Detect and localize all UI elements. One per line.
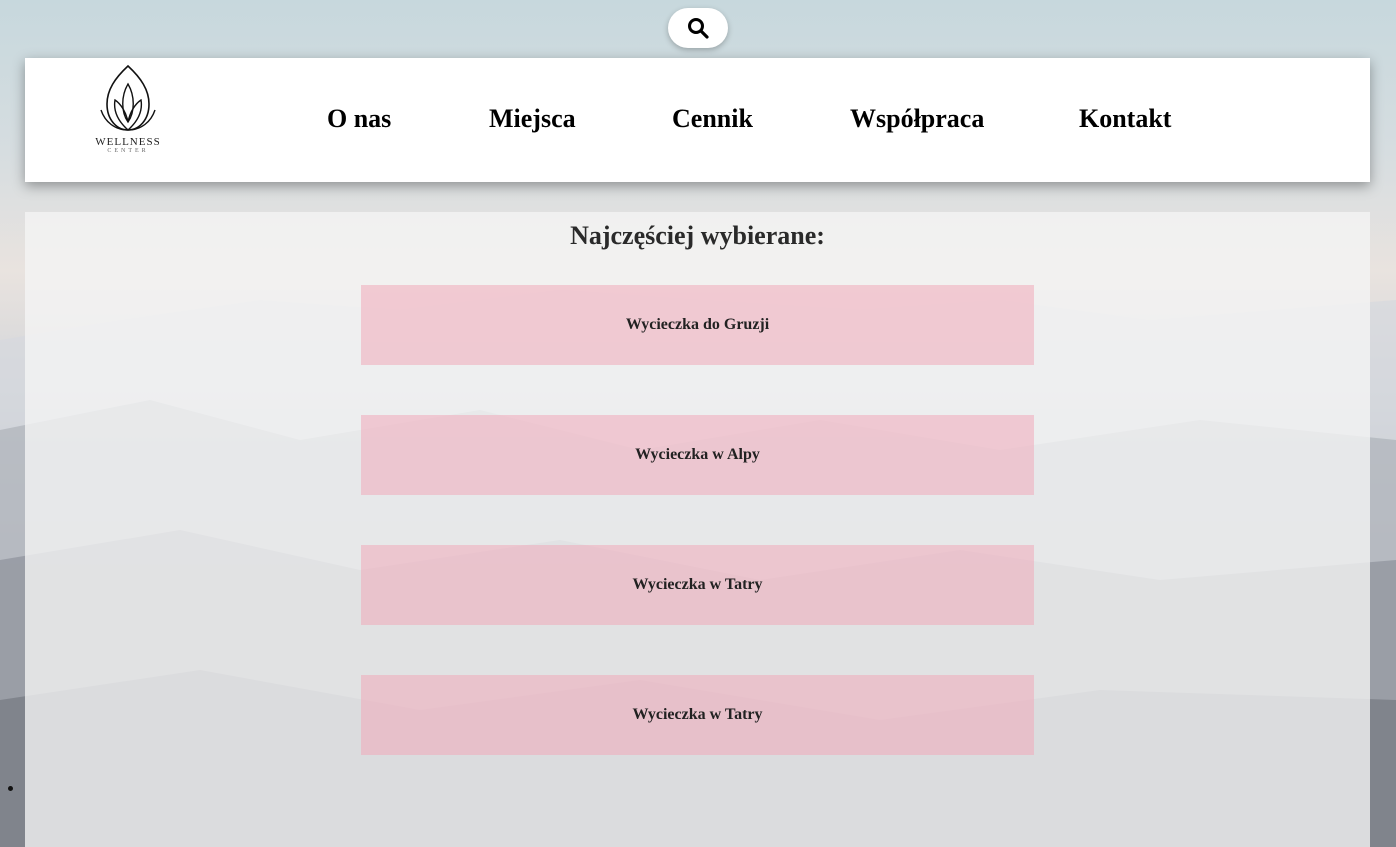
list-bullet xyxy=(8,786,13,791)
nav-item-kontakt[interactable]: Kontakt xyxy=(1079,104,1171,134)
popular-trips-section: Najczęściej wybierane: Wycieczka do Gruz… xyxy=(25,212,1370,847)
trip-label: Wycieczka w Tatry xyxy=(632,576,763,593)
site-header: WELLNESS CENTER O nas Miejsca Cennik Wsp… xyxy=(25,58,1370,182)
nav-item-cennik[interactable]: Cennik xyxy=(672,104,753,134)
search-button[interactable] xyxy=(668,8,728,48)
nav-item-wspolpraca[interactable]: Współpraca xyxy=(850,104,984,134)
trip-card[interactable]: Wycieczka do Gruzji xyxy=(361,285,1034,365)
trip-label: Wycieczka w Tatry xyxy=(632,706,763,723)
nav-item-o-nas[interactable]: O nas xyxy=(327,104,391,134)
search-icon xyxy=(688,18,709,39)
nav-item-miejsca[interactable]: Miejsca xyxy=(489,104,576,134)
main-nav: O nas Miejsca Cennik Współpraca Kontakt xyxy=(25,58,1370,182)
section-title: Najczęściej wybierane: xyxy=(570,221,825,250)
trip-card[interactable]: Wycieczka w Tatry xyxy=(361,675,1034,755)
trip-label: Wycieczka do Gruzji xyxy=(625,316,770,333)
trip-card[interactable]: Wycieczka w Tatry xyxy=(361,545,1034,625)
trip-card[interactable]: Wycieczka w Alpy xyxy=(361,415,1034,495)
trip-label: Wycieczka w Alpy xyxy=(635,446,760,463)
